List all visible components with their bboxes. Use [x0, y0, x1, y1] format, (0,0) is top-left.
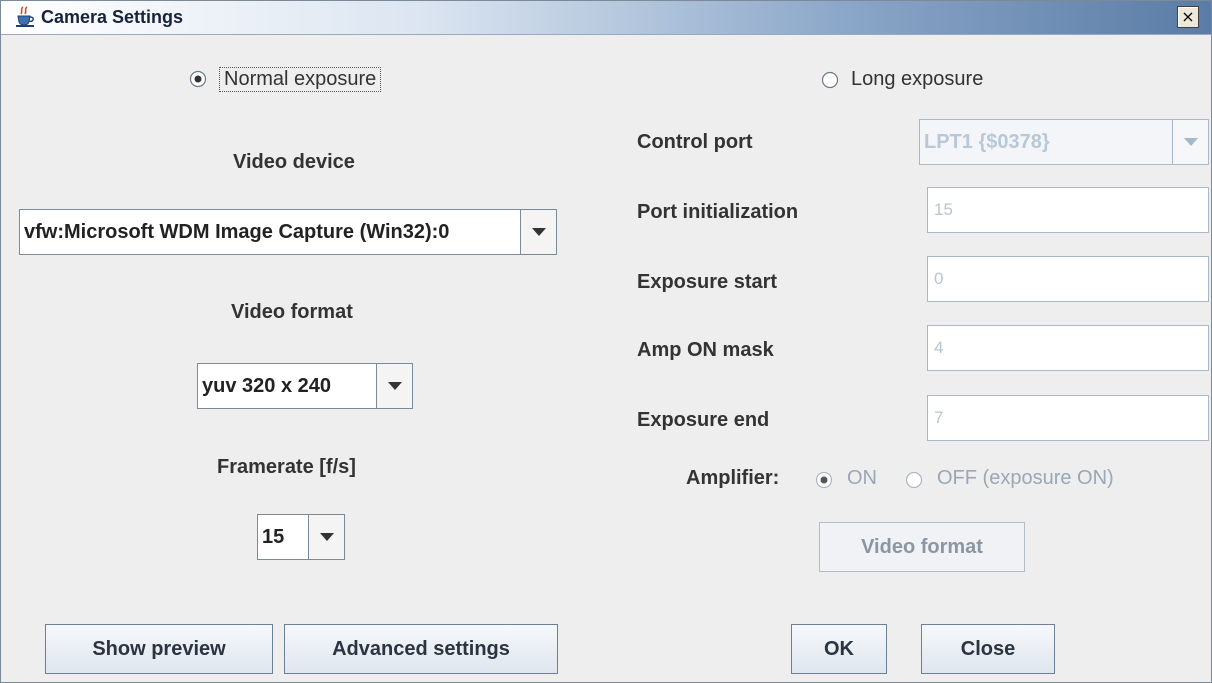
port-initialization-value: 15	[934, 200, 953, 219]
framerate-combo[interactable]: 15	[257, 514, 345, 560]
advanced-settings-button[interactable]: Advanced settings	[284, 624, 558, 674]
show-preview-button[interactable]: Show preview	[45, 624, 273, 674]
window-title: Camera Settings	[41, 7, 184, 27]
normal-exposure-label[interactable]: Normal exposure	[219, 67, 382, 92]
control-port-label: Control port	[637, 131, 753, 153]
video-format-value: yuv 320 x 240	[202, 374, 331, 397]
amp-on-radio[interactable]	[815, 471, 833, 489]
amp-off-label[interactable]: OFF (exposure ON)	[937, 467, 1114, 490]
framerate-value: 15	[262, 525, 285, 548]
exposure-start-field[interactable]: 0	[927, 256, 1209, 302]
chevron-down-icon[interactable]	[308, 515, 344, 559]
port-initialization-field[interactable]: 15	[927, 187, 1209, 233]
normal-exposure-radio[interactable]	[189, 70, 207, 88]
exposure-start-value: 0	[934, 269, 944, 288]
video-format-label: Video format	[231, 301, 353, 323]
video-format-combo[interactable]: yuv 320 x 240	[197, 363, 413, 409]
amp-on-mask-label: Amp ON mask	[637, 339, 774, 361]
close-window-button[interactable]: ×	[1177, 6, 1199, 28]
amp-on-mask-field[interactable]: 4	[927, 325, 1209, 371]
amp-on-mask-value: 4	[934, 338, 944, 357]
control-port-combo[interactable]: LPT1 {$0378}	[919, 119, 1209, 165]
close-icon: ×	[1181, 7, 1195, 26]
chevron-down-icon[interactable]	[1172, 120, 1208, 164]
chevron-down-icon[interactable]	[376, 364, 412, 408]
amp-on-label[interactable]: ON	[847, 467, 877, 490]
java-cup-icon	[15, 6, 37, 28]
port-initialization-label: Port initialization	[637, 201, 799, 223]
video-device-value: vfw:Microsoft WDM Image Capture (Win32):…	[24, 220, 450, 243]
amp-off-radio[interactable]	[905, 471, 923, 489]
camera-settings-window: Camera Settings × Normal exposure Long e…	[0, 0, 1212, 683]
amplifier-label: Amplifier:	[686, 467, 780, 489]
framerate-label: Framerate [f/s]	[217, 456, 356, 478]
exposure-end-field[interactable]: 7	[927, 395, 1209, 441]
close-button[interactable]: Close	[921, 624, 1055, 674]
exposure-start-label: Exposure start	[637, 271, 778, 293]
title-bar[interactable]: Camera Settings ×	[1, 1, 1211, 35]
video-format-button[interactable]: Video format	[819, 522, 1025, 572]
long-exposure-radio[interactable]	[821, 71, 839, 89]
exposure-end-label: Exposure end	[637, 409, 770, 431]
exposure-end-value: 7	[934, 408, 944, 427]
ok-button[interactable]: OK	[791, 624, 887, 674]
control-port-value: LPT1 {$0378}	[924, 130, 1050, 153]
chevron-down-icon[interactable]	[520, 210, 556, 254]
video-device-label: Video device	[233, 151, 355, 173]
long-exposure-label[interactable]: Long exposure	[851, 68, 983, 91]
video-device-combo[interactable]: vfw:Microsoft WDM Image Capture (Win32):…	[19, 209, 557, 255]
